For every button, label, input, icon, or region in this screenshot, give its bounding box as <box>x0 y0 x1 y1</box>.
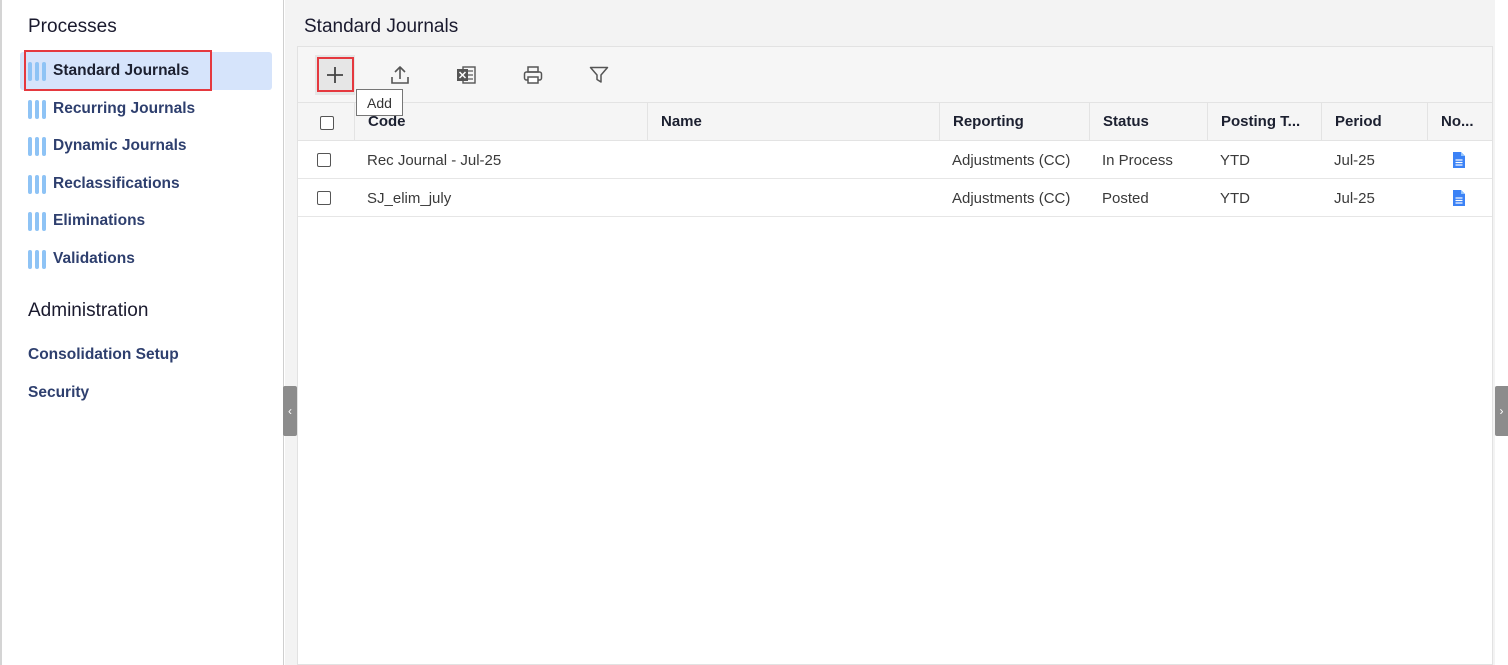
column-header-notes[interactable]: No... <box>1427 103 1492 140</box>
filter-button[interactable] <box>579 55 619 95</box>
journal-bars-icon <box>28 174 46 194</box>
column-header-name[interactable]: Name <box>647 103 939 140</box>
cell-name <box>647 179 660 217</box>
row-checkbox[interactable] <box>317 191 331 205</box>
cell-status: Posted <box>1102 189 1149 207</box>
sidebar-item-label: Standard Journals <box>53 62 190 79</box>
collapse-sidebar-handle[interactable]: ‹ <box>283 386 297 436</box>
administration-section-title: Administration <box>28 300 149 321</box>
sidebar: Processes Standard Journals Recurring Jo… <box>0 0 284 665</box>
chevron-right-icon: › <box>1499 404 1504 418</box>
table-row[interactable]: SJ_elim_july Adjustments (CC) Posted YTD… <box>298 179 1492 217</box>
journals-grid: Add Code Name Reporting Status Posting T… <box>297 46 1493 665</box>
sidebar-item-label: Reclassifications <box>53 175 180 192</box>
notes-document-icon[interactable] <box>1438 179 1467 217</box>
table-header: Code Name Reporting Status Posting T... … <box>298 102 1492 141</box>
column-header-status[interactable]: Status <box>1089 103 1207 140</box>
sidebar-item-label: Eliminations <box>53 212 146 229</box>
export-excel-button[interactable] <box>446 55 486 95</box>
table-row[interactable]: Rec Journal - Jul-25 Adjustments (CC) In… <box>298 141 1492 179</box>
cell-code: SJ_elim_july <box>367 189 452 207</box>
column-header-posting-type[interactable]: Posting T... <box>1207 103 1321 140</box>
cell-status: In Process <box>1102 151 1173 169</box>
cell-period: Jul-25 <box>1334 189 1375 207</box>
add-button[interactable] <box>315 55 355 95</box>
toolbar <box>298 47 1492 102</box>
journal-bars-icon <box>28 99 46 119</box>
cell-posting-type: YTD <box>1220 189 1250 207</box>
sidebar-item-security[interactable]: Security <box>28 384 89 402</box>
chevron-left-icon: ‹ <box>288 404 292 418</box>
sidebar-item-recurring-journals[interactable]: Recurring Journals <box>20 90 272 128</box>
cell-name <box>647 141 660 179</box>
cell-reporting: Adjustments (CC) <box>952 189 1071 207</box>
sidebar-item-validations[interactable]: Validations <box>20 240 272 278</box>
column-header-period[interactable]: Period <box>1321 103 1427 140</box>
sidebar-item-dynamic-journals[interactable]: Dynamic Journals <box>20 127 272 165</box>
expand-right-panel-handle[interactable]: › <box>1495 386 1508 436</box>
excel-icon <box>457 66 476 84</box>
sidebar-item-eliminations[interactable]: Eliminations <box>20 202 272 240</box>
filter-icon <box>589 66 609 83</box>
sidebar-item-reclassifications[interactable]: Reclassifications <box>20 165 272 203</box>
journal-bars-icon <box>28 61 46 81</box>
notes-document-icon[interactable] <box>1438 141 1467 179</box>
cell-code: Rec Journal - Jul-25 <box>367 151 502 169</box>
print-icon <box>523 66 543 84</box>
cell-period: Jul-25 <box>1334 151 1375 169</box>
journal-bars-icon <box>28 249 46 269</box>
sidebar-item-label: Recurring Journals <box>53 100 196 117</box>
column-header-reporting[interactable]: Reporting <box>939 103 1089 140</box>
sidebar-item-consolidation-setup[interactable]: Consolidation Setup <box>28 346 179 364</box>
processes-section-title: Processes <box>28 16 117 37</box>
sidebar-item-label: Dynamic Journals <box>53 137 187 154</box>
upload-icon <box>391 66 409 84</box>
add-tooltip: Add <box>356 89 403 116</box>
select-all-checkbox[interactable] <box>320 116 334 130</box>
main-panel: Standard Journals Add Code Name Reportin… <box>285 0 1495 665</box>
row-checkbox[interactable] <box>317 153 331 167</box>
sidebar-item-standard-journals[interactable]: Standard Journals <box>20 52 272 90</box>
cell-reporting: Adjustments (CC) <box>952 151 1071 169</box>
print-button[interactable] <box>513 55 553 95</box>
add-icon <box>327 67 343 83</box>
cell-posting-type: YTD <box>1220 151 1250 169</box>
journal-bars-icon <box>28 136 46 156</box>
journal-bars-icon <box>28 211 46 231</box>
page-title: Standard Journals <box>304 16 459 37</box>
sidebar-item-label: Validations <box>53 250 135 267</box>
